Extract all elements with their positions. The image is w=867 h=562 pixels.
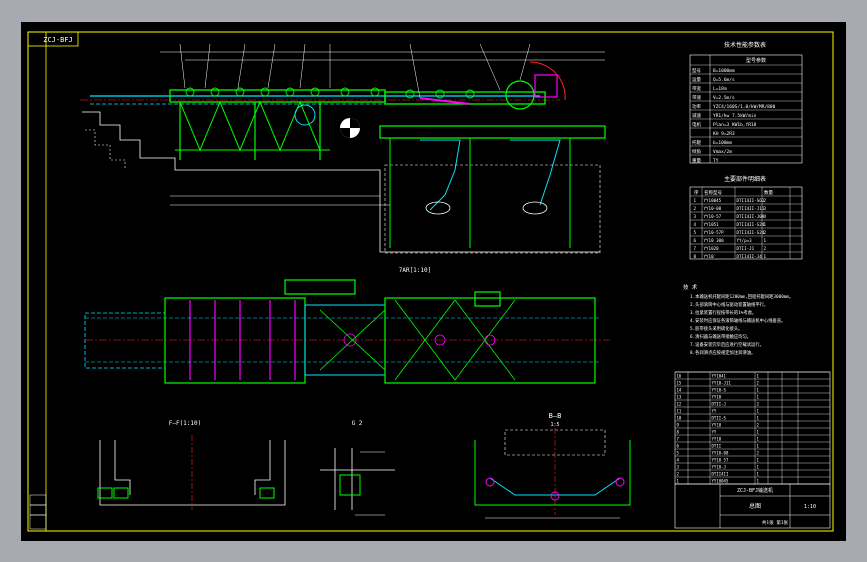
bom-cell: 15: [677, 381, 682, 386]
bom-cell: 12: [677, 402, 682, 407]
title-block-drawing: 总图: [749, 502, 761, 510]
tech-row-label: 带速: [692, 95, 701, 101]
parts-cell: YY10 300: [704, 238, 725, 243]
parts-table-title: 主要部件明细表: [724, 175, 766, 183]
bom-cell: DTII-J: [712, 402, 726, 407]
note-item: 5.胶带接头采用硫化接头。: [690, 325, 742, 332]
bom-cell: 13: [677, 395, 682, 400]
parts-cell: DTII4II-J08: [737, 214, 765, 219]
parts-cell: YY1051: [704, 222, 720, 227]
note-item: 4.安装时应保证各滚筒轴线与输送机中心线垂直。: [690, 317, 785, 324]
tech-row-label: 带宽: [692, 85, 701, 92]
tech-table-header: 型号参数: [746, 57, 766, 64]
bom-cell: YY10-S: [712, 388, 727, 393]
bom-cell: DTII-S: [712, 416, 727, 421]
tech-row-value: L=18m: [713, 86, 727, 92]
parts-header-cell: 序: [694, 189, 699, 196]
tech-row-value: b=108mm: [713, 140, 732, 146]
parts-cell: DTII4II-S24: [737, 230, 765, 235]
title-block-sheet: 共1张 第1张: [762, 519, 789, 526]
tech-table-title: 技术性能参数表: [724, 41, 766, 49]
bom-cell: YY10-J11: [712, 381, 732, 386]
bom-cell: DTII4II: [712, 472, 729, 477]
tech-row-value: YR1/kw 7.5kW/min: [713, 113, 757, 119]
note-item: 3.拉紧装置行程按带长的1%考虑。: [690, 309, 756, 316]
parts-header-cell: 数量: [764, 189, 773, 196]
parts-cell: YY10-57: [704, 214, 722, 219]
note-item: 6.清扫器与输送带接触应均匀。: [690, 333, 751, 340]
parts-cell: YY10045: [704, 198, 722, 203]
view-g-label: G 2: [352, 420, 363, 427]
section-b-b-scale: 1:5: [550, 422, 559, 428]
tech-row-label: 运量: [692, 76, 701, 83]
bom-cell: YY10-08: [712, 451, 729, 456]
cad-drawing-sheet: ZCJ-BFJ 7AR[1:10] F—F(1:10) G 2 B—B 1:5 …: [21, 22, 846, 541]
tech-row-value: V=2.5m/s: [713, 95, 735, 101]
bom-cell: 11: [677, 409, 682, 414]
parts-cell: YY10-08: [704, 206, 722, 211]
notes-title: 技 术: [683, 283, 698, 291]
section-b-b-label: B—B: [549, 412, 562, 420]
tech-row-label: 功率: [692, 103, 701, 110]
plan-view-label: 7AR[1:10]: [399, 267, 432, 274]
bom-cell: YY10 57: [712, 458, 729, 463]
parts-header-cell: 名称型号: [704, 189, 722, 196]
tech-row-label: 减速: [692, 112, 701, 119]
title-block-scale: 1:10: [804, 504, 816, 510]
bom-cell: YY10: [712, 395, 722, 400]
tech-row-value: B=1000mm: [713, 68, 735, 74]
parts-cell: YY10: [704, 254, 715, 259]
bom-cell: DTII: [712, 444, 722, 449]
bom-cell: 14: [677, 388, 682, 393]
bom-cell: YY10045: [712, 479, 729, 484]
note-item: 2.头部滚筒中心线与驱动装置轴线平行。: [690, 301, 768, 308]
parts-cell: DTII4II-J4: [737, 254, 763, 259]
bom-cell: YY: [712, 430, 717, 435]
bom-cell: YY10: [712, 423, 722, 428]
bom-cell: YY1041: [712, 374, 727, 379]
tech-row-label: 型号: [692, 67, 701, 74]
title-tag: ZCJ-BFJ: [43, 36, 73, 44]
tech-row-value: Q=5.6m/s: [713, 77, 735, 83]
parts-cell: DTII4II-J11: [737, 206, 765, 211]
cad-viewport[interactable]: ZCJ-BFJ 7AR[1:10] F—F(1:10) G 2 B—B 1:5 …: [0, 0, 867, 562]
tech-row-value: YZC4/160S/1.0/kW/MR/800: [713, 104, 776, 110]
parts-cell: YY1028: [704, 246, 720, 251]
bom-cell: YY10: [712, 437, 722, 442]
tech-row-label: 重量: [692, 157, 701, 164]
tech-row-label: 托辊: [692, 139, 701, 146]
parts-cell: DTII4II-S61: [737, 198, 765, 203]
bom-cell: YY: [712, 409, 717, 414]
parts-cell: DTII-J1: [737, 246, 755, 251]
bom-cell: YY10-J: [712, 465, 726, 470]
title-block-project: ZCJ-BFJ输送机: [737, 487, 773, 494]
tech-row-value: Vmax/2m: [713, 149, 732, 155]
tech-row-value: TY: [713, 158, 719, 164]
tech-row-value: KH 9=2R3: [713, 131, 735, 137]
parts-cell: YY10-57P: [704, 230, 725, 235]
tech-row-label: 倾角: [692, 148, 701, 155]
section-f-f-label: F—F(1:10): [169, 420, 202, 427]
note-item: 7.设备安装完毕后应进行空载试运行。: [690, 341, 764, 348]
bom-cell: 10: [677, 416, 682, 421]
note-item: 1.本输送机托辊间距1200mm,回程托辊间距3000mm。: [690, 293, 793, 300]
tech-row-label: 电机: [692, 121, 701, 128]
parts-cell: YY/p=3: [737, 238, 753, 243]
bom-cell: 16: [677, 374, 682, 379]
parts-cell: DTII4II-S24: [737, 222, 765, 227]
tech-row-value: Plan=3 KW1b,YR18: [713, 122, 757, 128]
note-item: 8.各润滑点应按规定加注润滑油。: [690, 349, 755, 356]
